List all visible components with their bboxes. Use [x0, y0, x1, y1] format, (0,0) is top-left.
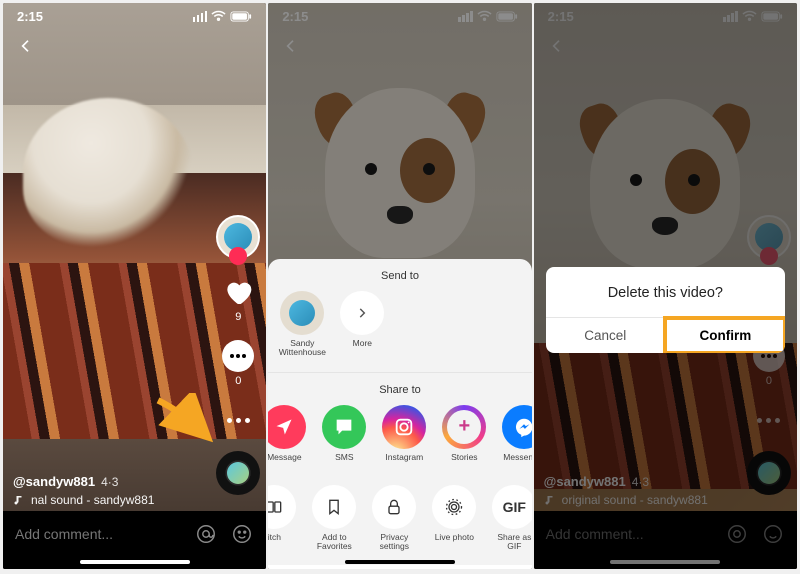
share-messenger[interactable]: Messenger [500, 405, 531, 471]
sheet-cancel-button[interactable]: Cancel [268, 565, 531, 569]
send-contact[interactable]: Sandy Wittenhouse [278, 291, 326, 358]
status-time: 2:15 [17, 9, 43, 24]
like-count: 9 [235, 311, 241, 323]
screen-delete-confirm: 2:15 9 0 @sandyw8814·3 original sound - … [534, 3, 797, 569]
profile-avatar-follow[interactable] [216, 215, 260, 259]
comment-button[interactable]: 0 [221, 339, 255, 387]
wifi-icon [211, 10, 226, 22]
home-indicator [345, 560, 455, 564]
share-sms[interactable]: SMS [320, 405, 368, 471]
send-to-header: Send to [268, 267, 531, 285]
signal-icon [193, 11, 208, 22]
dialog-title: Delete this video? [546, 267, 785, 317]
delete-confirm-dialog: Delete this video? Cancel Confirm [546, 267, 785, 353]
share-stories[interactable]: +Stories [440, 405, 488, 471]
action-gif[interactable]: GIFShare as GIF [490, 485, 531, 552]
annotation-arrow [153, 393, 218, 453]
dialog-confirm-button[interactable]: Confirm [665, 318, 785, 353]
username-link[interactable]: @sandyw881 [13, 474, 95, 489]
status-bar: 2:15 [3, 3, 266, 29]
screen-share-sheet: 2:15 Send to Sandy Wittenhouse More S [268, 3, 531, 569]
share-instagram[interactable]: Instagram [380, 405, 428, 471]
battery-icon [230, 11, 252, 22]
send-more[interactable]: More [338, 291, 386, 357]
comment-input[interactable]: Add comment... [15, 526, 182, 542]
sound-link[interactable]: nal sound - sandyw881 [13, 493, 206, 507]
action-livephoto[interactable]: Live photo [430, 485, 478, 551]
action-favorites[interactable]: Add to Favorites [310, 485, 358, 552]
like-button[interactable]: 9 [221, 275, 255, 323]
share-sheet: Send to Sandy Wittenhouse More Share to … [268, 259, 531, 569]
screen-video-options: 2:15 9 0 @sandyw881 4·3 nal sound - sandy… [3, 3, 266, 569]
action-stitch[interactable]: itch [268, 485, 298, 551]
action-rail: 9 0 [216, 215, 260, 437]
comment-count: 0 [235, 375, 241, 387]
more-options-button[interactable] [221, 403, 255, 437]
back-button[interactable] [11, 31, 41, 61]
emoji-button[interactable] [230, 522, 254, 546]
sound-disc[interactable] [216, 451, 260, 495]
dialog-cancel-button[interactable]: Cancel [546, 318, 665, 353]
home-indicator [80, 560, 190, 564]
share-message[interactable]: Message [268, 405, 308, 471]
share-to-header: Share to [268, 381, 531, 399]
mention-button[interactable] [194, 522, 218, 546]
video-meta: @sandyw881 4·3 nal sound - sandyw881 [13, 474, 206, 507]
post-date: 4·3 [101, 475, 118, 489]
action-privacy[interactable]: Privacy settings [370, 485, 418, 552]
